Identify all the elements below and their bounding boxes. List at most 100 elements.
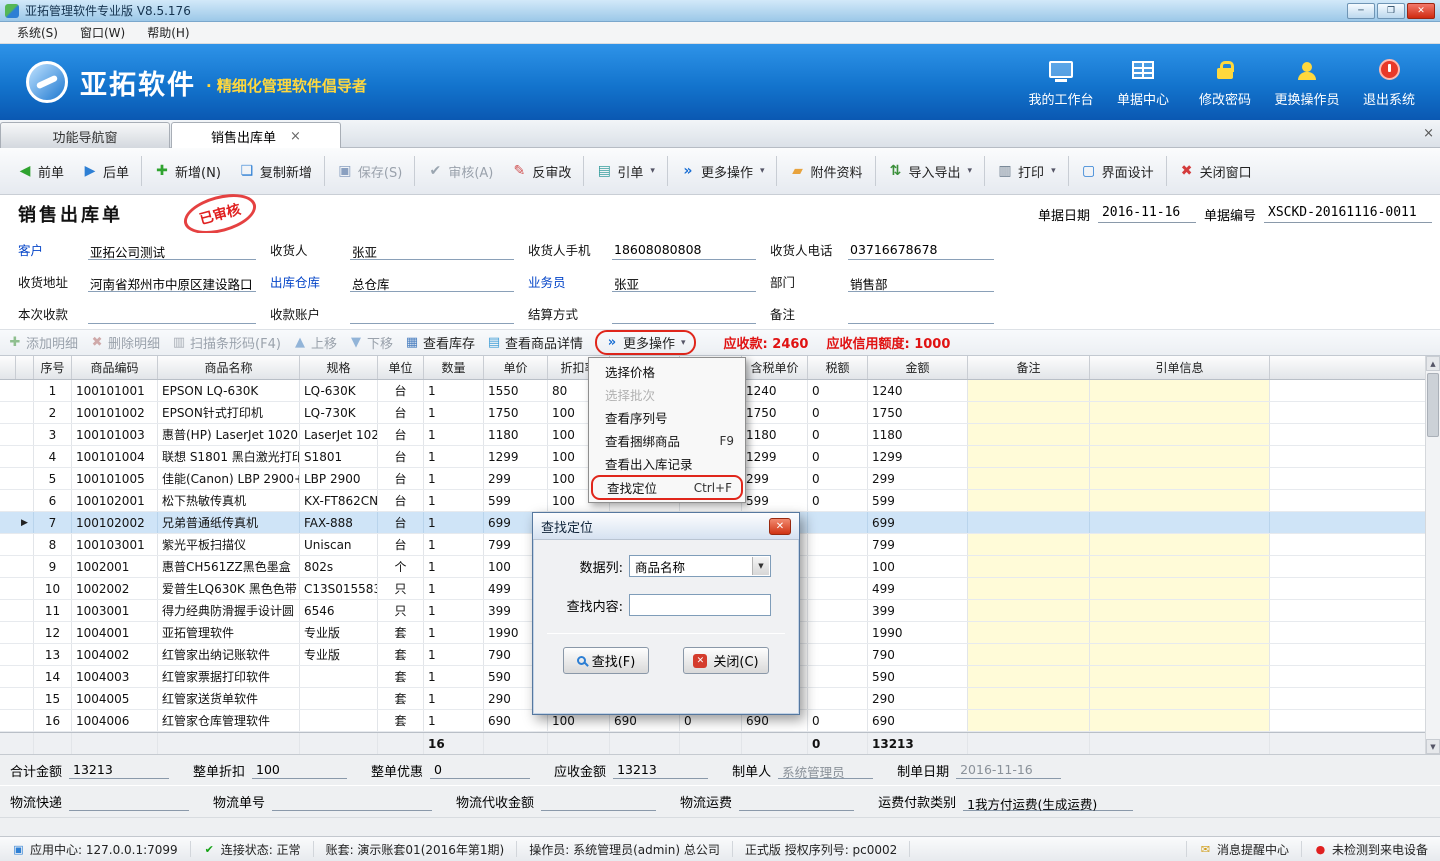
chevron-down-icon[interactable]: ▼ (752, 557, 769, 575)
field-value-8[interactable] (88, 303, 256, 324)
summary-value[interactable] (272, 793, 432, 811)
summary-value[interactable]: 2016-11-16 (956, 761, 1061, 779)
switch-operator-button[interactable]: 更换操作员 (1266, 57, 1348, 108)
more-actions-button[interactable]: »更多操作▾ (595, 330, 696, 355)
doc-number-value[interactable]: XSCKD-20161116-0011 (1264, 205, 1432, 223)
column-header-6[interactable]: 单价 (484, 356, 548, 379)
scroll-down-icon[interactable]: ▼ (1426, 739, 1440, 754)
attachment-button[interactable]: ▰附件资料 (780, 154, 871, 189)
column-header-1[interactable]: 商品编码 (72, 356, 158, 379)
field-value-11[interactable] (848, 303, 994, 324)
move-up-icon: ▲ (293, 335, 307, 350)
menu-item-5[interactable]: 查找定位Ctrl+F (591, 475, 743, 500)
more-ops-button[interactable]: »更多操作▾ (671, 154, 774, 189)
menubar-item-1[interactable]: 窗口(W) (69, 22, 136, 43)
import-export-button[interactable]: ⇅导入导出▾ (879, 154, 982, 189)
menu-item-2[interactable]: 查看序列号 (591, 406, 743, 429)
summary-value[interactable] (69, 793, 189, 811)
field-value-1[interactable]: 张亚 (350, 239, 514, 260)
field-value-3[interactable]: 03716678678 (848, 239, 994, 260)
summary-value[interactable]: 1我方付运费(生成运费) (963, 793, 1133, 811)
doc-date-value[interactable]: 2016-11-16 (1098, 205, 1196, 223)
view-stock-icon: ▦ (405, 335, 419, 350)
tab-close-icon[interactable]: × (290, 129, 301, 144)
print-button[interactable]: ▥打印▾ (988, 154, 1065, 189)
maximize-button[interactable]: ❐ (1377, 3, 1405, 19)
column-header-12[interactable]: 金额 (868, 356, 968, 379)
scroll-thumb[interactable] (1427, 373, 1439, 437)
menu-item-4[interactable]: 查看出入库记录 (591, 452, 743, 475)
new-button[interactable]: ✚新增(N) (145, 154, 230, 189)
column-header-3[interactable]: 规格 (300, 356, 378, 379)
tab-function-nav[interactable]: 功能导航窗 (0, 122, 170, 149)
summary-value[interactable]: 系统管理员 (778, 761, 873, 779)
prev-button[interactable]: ◀前单 (8, 154, 73, 189)
menubar-item-0[interactable]: 系统(S) (6, 22, 69, 43)
field-value-9[interactable] (350, 303, 514, 324)
menu-item-0[interactable]: 选择价格 (591, 360, 743, 383)
column-header-10[interactable]: 含税单价 (742, 356, 808, 379)
summary-value[interactable]: 100 (252, 761, 347, 779)
field-value-2[interactable]: 18608080808 (612, 239, 756, 260)
field-label-5[interactable]: 出库仓库 (270, 265, 350, 297)
summary-value[interactable]: 13213 (69, 761, 169, 779)
summary-value[interactable] (739, 793, 854, 811)
tabbar-close-icon[interactable]: × (1423, 126, 1434, 141)
dialog-close-action-button[interactable]: ✕ 关闭(C) (683, 647, 769, 674)
field-value-0[interactable]: 亚拓公司测试 (88, 239, 256, 260)
audit-button[interactable]: ✔审核(A) (418, 154, 502, 189)
copy-button[interactable]: ❏复制新增 (230, 154, 321, 189)
dialog-titlebar[interactable]: 查找定位 ✕ (533, 513, 799, 540)
search-content-input[interactable] (629, 594, 771, 616)
find-button[interactable]: 查找(F) (563, 647, 649, 674)
document-center-button[interactable]: 单据中心 (1102, 57, 1184, 108)
change-password-button[interactable]: 修改密码 (1184, 57, 1266, 108)
column-header-0[interactable]: 序号 (34, 356, 72, 379)
unaudit-button[interactable]: ✎反审改 (502, 154, 580, 189)
close-window-button[interactable]: ✖关闭窗口 (1170, 154, 1261, 189)
pull-order-button[interactable]: ▤引单▾ (587, 154, 664, 189)
status-right-segment-0[interactable]: ✉消息提醒中心 (1186, 841, 1301, 857)
status-left-segment-3[interactable]: 操作员: 系统管理员(admin) 总公司 (517, 841, 733, 857)
field-value-5[interactable]: 总仓库 (350, 271, 514, 292)
menubar-item-2[interactable]: 帮助(H) (136, 22, 200, 43)
ui-design-button[interactable]: ▢界面设计 (1072, 154, 1163, 189)
next-button[interactable]: ▶后单 (73, 154, 138, 189)
vertical-scrollbar[interactable]: ▲ ▼ (1425, 356, 1440, 754)
status-left-segment-0[interactable]: ▣应用中心: 127.0.0.1:7099 (0, 841, 191, 857)
status-left-segment-4[interactable]: 正式版 授权序列号: pc0002 (733, 841, 910, 857)
column-header-11[interactable]: 税额 (808, 356, 868, 379)
status-right-segment-1[interactable]: ●未检测到来电设备 (1301, 841, 1440, 857)
workbench-button[interactable]: 我的工作台 (1020, 57, 1102, 108)
exit-system-button[interactable]: 退出系统 (1348, 57, 1430, 108)
field-value-10[interactable] (612, 303, 756, 324)
column-header-2[interactable]: 商品名称 (158, 356, 300, 379)
tab-sales-outbound[interactable]: 销售出库单 × (171, 122, 341, 149)
field-value-4[interactable]: 河南省郑州市中原区建设路口 (88, 271, 256, 292)
close-button[interactable]: ✕ (1407, 3, 1435, 19)
save-button[interactable]: ▣保存(S) (328, 154, 411, 189)
field-label-0[interactable]: 客户 (18, 233, 88, 265)
status-left-segment-1[interactable]: ✔连接状态: 正常 (191, 841, 314, 857)
summary-label: 物流快递 (10, 792, 62, 811)
column-header-14[interactable]: 引单信息 (1090, 356, 1270, 379)
view-product-button[interactable]: ▤查看商品详情 (487, 333, 583, 352)
view-stock-button[interactable]: ▦查看库存 (405, 333, 475, 352)
column-header-13[interactable]: 备注 (968, 356, 1090, 379)
row-indicator (16, 600, 34, 621)
dialog-close-button[interactable]: ✕ (769, 518, 791, 535)
summary-value[interactable] (541, 793, 656, 811)
status-left-segment-2[interactable]: 账套: 演示账套01(2016年第1期) (314, 841, 518, 857)
summary-value[interactable]: 13213 (613, 761, 708, 779)
menu-item-3[interactable]: 查看捆绑商品F9 (591, 429, 743, 452)
field-value-6[interactable]: 张亚 (612, 271, 756, 292)
field-value-7[interactable]: 销售部 (848, 271, 994, 292)
cell (1090, 424, 1270, 445)
summary-value[interactable]: 0 (430, 761, 530, 779)
column-header-4[interactable]: 单位 (378, 356, 424, 379)
column-header-5[interactable]: 数量 (424, 356, 484, 379)
scroll-up-icon[interactable]: ▲ (1426, 356, 1440, 371)
field-label-6[interactable]: 业务员 (528, 265, 612, 297)
minimize-button[interactable]: ─ (1347, 3, 1375, 19)
data-column-select[interactable]: 商品名称 ▼ (629, 555, 771, 577)
